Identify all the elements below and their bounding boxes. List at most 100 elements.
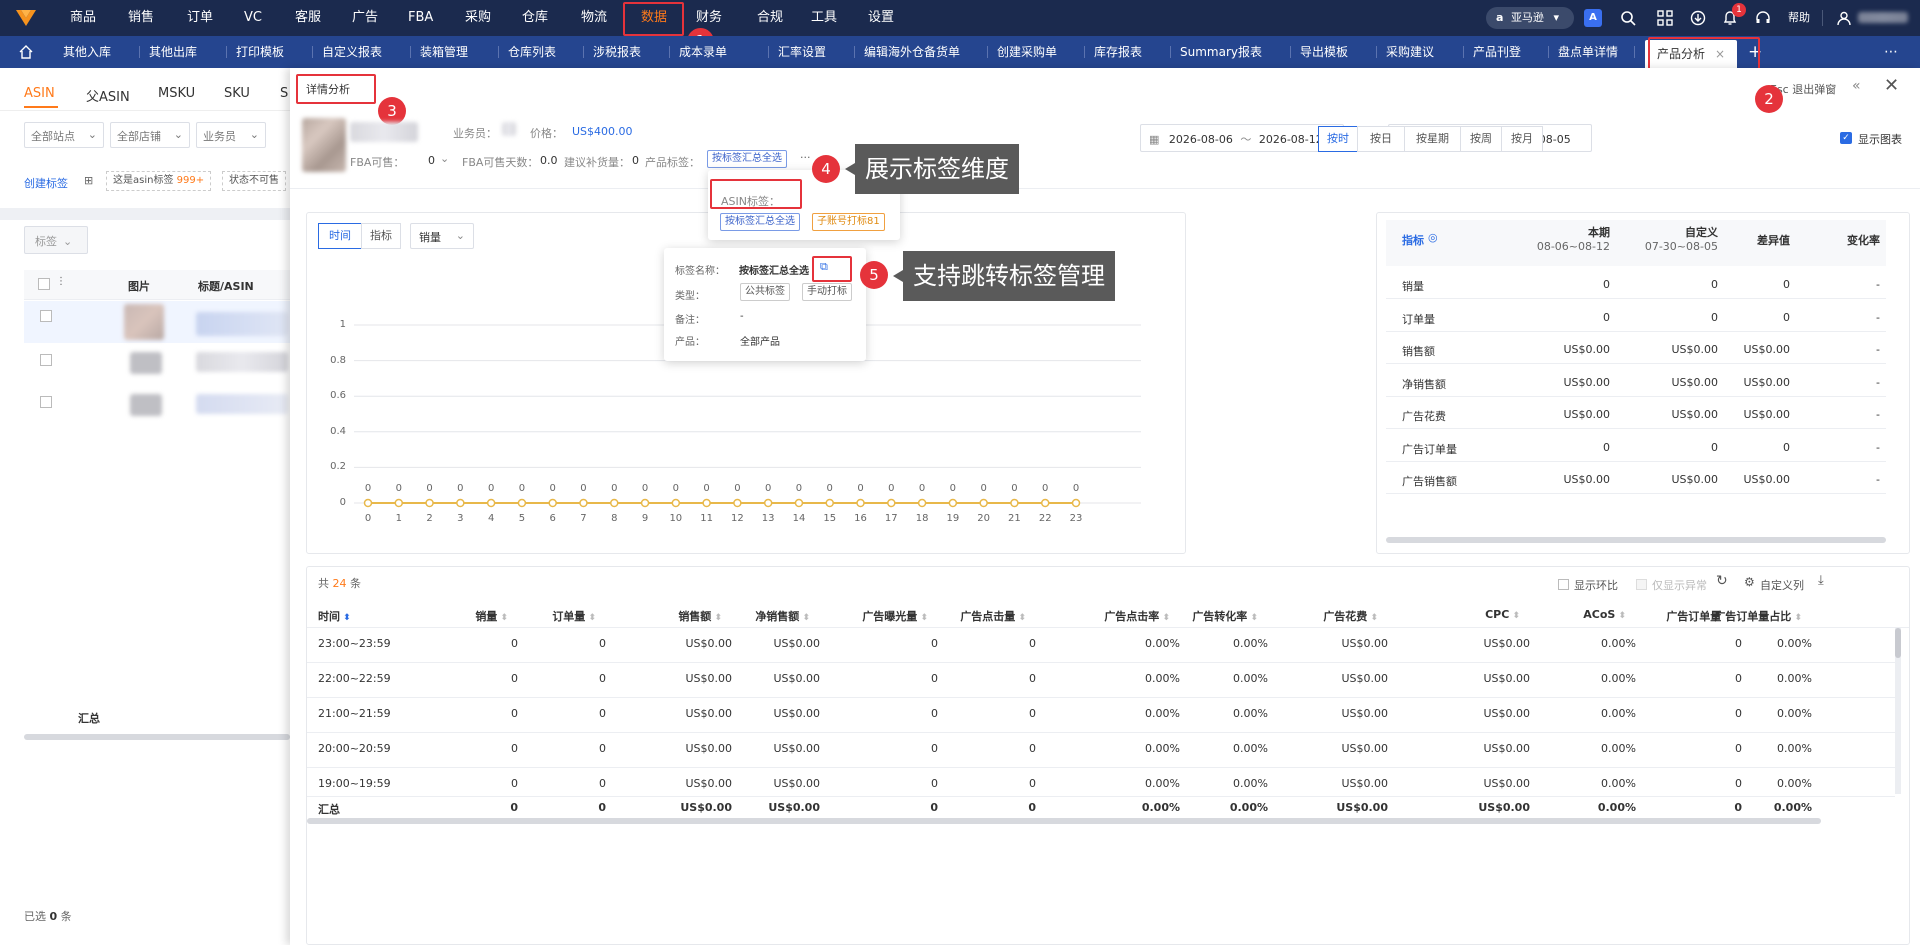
left-tab-s[interactable]: S <box>280 86 288 101</box>
granularity-4[interactable]: 按月 <box>1501 126 1543 152</box>
collapse-icon[interactable]: « <box>1852 78 1861 94</box>
chart-point[interactable] <box>425 498 434 508</box>
sort-icon[interactable]: ⬍ <box>1791 613 1802 623</box>
headset-icon[interactable] <box>1755 10 1771 26</box>
granularity-1[interactable]: 按日 <box>1357 126 1405 152</box>
close-icon[interactable]: ✕ <box>1884 75 1899 96</box>
left-tab-asin[interactable]: ASIN <box>24 86 55 101</box>
nav-item-3[interactable]: VC <box>244 0 262 36</box>
chart-point[interactable] <box>825 498 834 508</box>
user-avatar-icon[interactable] <box>1836 10 1852 26</box>
status-chip[interactable]: 状态不可售 <box>222 171 286 191</box>
chart-point[interactable] <box>486 498 496 508</box>
granularity-3[interactable]: 按周 <box>1460 126 1502 152</box>
tab-item-13[interactable]: 导出模板 <box>1300 36 1348 68</box>
info-icon[interactable]: ◎ <box>1428 231 1438 244</box>
tag-select[interactable]: 标签 ⌄ <box>24 226 88 254</box>
tabs-more-button[interactable]: ⋯ <box>1884 36 1898 68</box>
chart-point[interactable] <box>856 498 865 508</box>
nav-item-14[interactable]: 设置 <box>868 0 894 36</box>
tab-item-8[interactable]: 汇率设置 <box>778 36 826 68</box>
tab-item-0[interactable]: 其他入库 <box>63 36 111 68</box>
search-icon[interactable] <box>1620 10 1636 26</box>
more-tags-button[interactable]: ··· <box>800 151 811 164</box>
chart-mode-time[interactable]: 时间 <box>318 223 362 249</box>
table-header-10[interactable]: CPC ⬍ <box>1420 608 1530 621</box>
chart-point[interactable] <box>517 498 527 508</box>
home-icon[interactable] <box>18 44 34 60</box>
sort-icon[interactable]: ⬍ <box>1509 611 1520 621</box>
chart-point[interactable] <box>671 498 681 508</box>
nav-item-6[interactable]: FBA <box>408 0 433 36</box>
product-title-blurred[interactable] <box>196 394 288 414</box>
nav-item-13[interactable]: 工具 <box>811 0 837 36</box>
date-range-current[interactable]: ▦ 2026-08-06 ～ 2026-08-12 <box>1140 124 1344 152</box>
table-header-13[interactable]: 广告订单量占比 ⬍ <box>1702 608 1812 624</box>
download-circle-icon[interactable] <box>1690 10 1706 26</box>
column-menu-icon[interactable]: ⋮ <box>56 276 66 287</box>
chart-point[interactable] <box>794 498 804 508</box>
nav-item-12[interactable]: 合规 <box>757 0 783 36</box>
nav-item-5[interactable]: 广告 <box>352 0 378 36</box>
chart-point[interactable] <box>456 498 465 508</box>
asin-tag-chip-2[interactable]: 子账号打标81 <box>812 213 885 231</box>
chart-point[interactable] <box>702 498 711 508</box>
asin-tag-chip-1[interactable]: 按标签汇总全选 <box>720 213 800 231</box>
only-abnormal-checkbox[interactable] <box>1636 579 1647 590</box>
filter-site[interactable]: 全部站点 ⌄ <box>24 122 104 148</box>
tab-item-5[interactable]: 仓库列表 <box>508 36 556 68</box>
table-header-11[interactable]: ACoS ⬍ <box>1526 608 1636 621</box>
table-horizontal-scrollbar[interactable] <box>307 818 1821 824</box>
chart-point[interactable] <box>979 498 988 508</box>
chart-point[interactable] <box>640 498 650 508</box>
chart-metric-select[interactable]: 销量 ⌄ <box>410 223 474 249</box>
row-checkbox[interactable] <box>40 310 52 322</box>
sort-icon[interactable]: ⬍ <box>1367 613 1378 623</box>
download-icon[interactable]: ⤓ <box>1818 573 1824 588</box>
table-header-2[interactable]: 订单量 ⬍ <box>496 608 606 624</box>
table-vertical-thumb[interactable] <box>1895 628 1901 658</box>
chart-point[interactable] <box>394 498 404 508</box>
chart-point[interactable] <box>1010 498 1019 508</box>
tab-item-4[interactable]: 装箱管理 <box>420 36 468 68</box>
table-header-9[interactable]: 广告花费 ⬍ <box>1278 608 1388 624</box>
tab-item-16[interactable]: 盘点单详情 <box>1558 36 1618 68</box>
left-tab-msku[interactable]: MSKU <box>158 86 195 101</box>
nav-item-4[interactable]: 客服 <box>295 0 321 36</box>
apps-grid-icon[interactable] <box>1657 10 1673 26</box>
chart-point[interactable] <box>1071 498 1081 508</box>
nav-item-8[interactable]: 仓库 <box>522 0 548 36</box>
chart-point[interactable] <box>1040 498 1050 508</box>
table-header-6[interactable]: 广告点击量 ⬍ <box>926 608 1036 624</box>
app-logo-icon[interactable] <box>14 7 38 29</box>
metrics-scrollbar[interactable] <box>1386 537 1886 543</box>
table-header-0[interactable]: 时间 ⬍ <box>318 608 351 624</box>
tag-chip[interactable]: 这是asin标签 999+ <box>106 171 212 191</box>
refresh-icon[interactable]: ↻ <box>1716 573 1728 589</box>
row-checkbox[interactable] <box>40 396 52 408</box>
nav-item-0[interactable]: 商品 <box>70 0 96 36</box>
tab-item-14[interactable]: 采购建议 <box>1386 36 1434 68</box>
grid-icon[interactable]: ⊞ <box>84 174 93 187</box>
tab-item-10[interactable]: 创建采购单 <box>997 36 1057 68</box>
tab-item-7[interactable]: 成本录单 <box>679 36 727 68</box>
chart-point[interactable] <box>548 498 557 508</box>
help-link[interactable]: 帮助 <box>1788 0 1810 36</box>
sort-icon[interactable]: ⬍ <box>799 613 810 623</box>
nav-item-7[interactable]: 采购 <box>465 0 491 36</box>
nav-item-1[interactable]: 销售 <box>128 0 154 36</box>
table-header-5[interactable]: 广告曝光量 ⬍ <box>828 608 938 624</box>
show-ring-checkbox[interactable] <box>1558 579 1569 590</box>
tab-item-15[interactable]: 产品刊登 <box>1473 36 1521 68</box>
chart-point[interactable] <box>948 498 958 508</box>
filter-store[interactable]: 全部店铺 ⌄ <box>110 122 190 148</box>
chart-point[interactable] <box>363 498 373 508</box>
left-tab-parent-asin[interactable]: 父ASIN <box>86 86 130 105</box>
product-title-blurred[interactable] <box>196 312 288 336</box>
select-all-checkbox[interactable] <box>38 278 50 290</box>
chart-point[interactable] <box>917 498 927 508</box>
chart-mode-metric[interactable]: 指标 <box>361 223 401 249</box>
chevron-down-icon[interactable]: ⌄ <box>440 152 449 165</box>
sort-icon[interactable]: ⬍ <box>340 613 351 623</box>
tab-item-11[interactable]: 库存报表 <box>1094 36 1142 68</box>
